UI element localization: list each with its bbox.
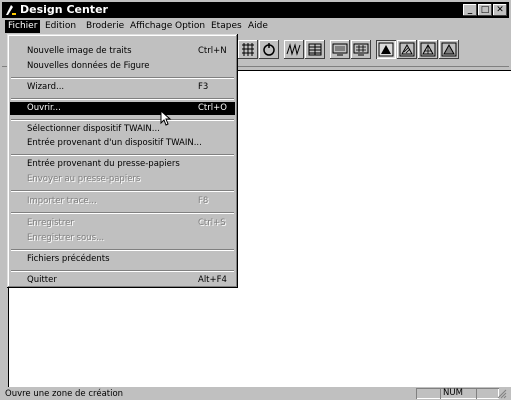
menu-item-shortcut: Ctrl+O [198,103,227,113]
menu-item-nouvelles-donnees[interactable]: Nouvelles données de Figure [10,60,235,73]
menu-item-label: Ouvrir... [27,103,61,113]
figure-b-icon [441,42,457,57]
menu-separator [11,154,234,156]
application-window: Design Center _ □ ✕ Fichier Edition Brod… [0,0,511,400]
menu-item-shortcut: Alt+F4 [198,275,227,285]
menu-separator [11,249,234,251]
num-lock-indicator: NUM [440,388,477,399]
minimize-button[interactable]: _ [463,4,477,16]
resize-grip-icon[interactable] [497,389,507,399]
menu-item-shortcut: F3 [198,82,209,92]
monitor-button[interactable] [330,40,350,59]
menu-item-enregistrer-sous[interactable]: Enregistrer sous... [10,232,235,245]
status-panel-empty-2 [476,388,499,399]
status-panel-empty [416,388,441,399]
app-icon [6,5,16,15]
menu-separator [11,270,234,272]
figure-a-button[interactable] [376,40,396,59]
menu-item-send-clipboard[interactable]: Envoyer au presse-papiers [10,173,235,186]
grid-button[interactable] [238,40,258,59]
figure-grid-icon [420,42,436,57]
status-text: Ouvre une zone de création [5,389,124,399]
figure-hatch-button[interactable] [397,40,417,59]
close-button[interactable]: ✕ [493,4,507,16]
maximize-button[interactable]: □ [478,4,492,16]
mouse-pointer-icon [160,110,172,126]
menu-item-label: Entrée provenant du presse-papiers [27,159,180,169]
menu-item-import-trace[interactable]: Importer trace... F8 [10,195,235,208]
menu-fichier[interactable]: Fichier [5,20,41,33]
menu-affichage[interactable]: Affichage [127,20,175,33]
menu-item-label: Enregistrer sous... [27,233,105,243]
figure-b-button[interactable] [439,40,459,59]
figure-a-icon [378,42,394,57]
figure-grid-button[interactable] [418,40,438,59]
menu-item-enregistrer[interactable]: Enregistrer Ctrl+S [10,217,235,230]
fill-stitch-button[interactable] [305,40,325,59]
menu-item-label: Enregistrer [27,218,74,228]
menu-item-label: Wizard... [27,82,65,92]
caption-buttons: _ □ ✕ [463,4,507,16]
menu-item-label: Nouvelle image de traits [27,46,132,56]
menu-option[interactable]: Option [172,20,208,33]
menu-separator [11,77,234,79]
undo-button[interactable] [259,40,279,59]
menu-item-fichiers-precedents[interactable]: Fichiers précédents [10,253,235,266]
grid-icon [242,43,254,56]
menu-item-nouvelle-image[interactable]: Nouvelle image de traits Ctrl+N [10,45,235,58]
menu-item-shortcut: Ctrl+S [198,218,226,228]
menu-separator [11,190,234,192]
undo-icon [263,43,275,56]
status-bar: Ouvre une zone de création NUM [2,388,509,400]
menu-item-shortcut: Ctrl+N [198,46,227,56]
menu-item-label: Nouvelles données de Figure [27,61,150,71]
menu-item-label: Sélectionner dispositif TWAIN... [27,124,160,134]
menu-bar: Fichier Edition Broderie Affichage Optio… [2,19,509,34]
figure-hatch-icon [399,42,415,57]
menu-item-label: Fichiers précédents [27,254,110,264]
menu-item-label: Envoyer au presse-papiers [27,174,141,184]
menu-item-input-twain[interactable]: Entrée provenant d'un dispositif TWAIN..… [10,137,235,150]
menu-item-label: Entrée provenant d'un dispositif TWAIN..… [27,138,202,148]
menu-item-ouvrir[interactable]: Ouvrir... Ctrl+O [10,102,235,115]
menu-item-quitter[interactable]: Quitter Alt+F4 [10,274,235,287]
monitor-grid-button[interactable] [351,40,371,59]
monitor-grid-icon [353,43,369,56]
menu-etapes[interactable]: Etapes [208,20,245,33]
file-menu: Nouvelle image de traits Ctrl+N Nouvelle… [7,34,238,288]
menu-item-paste-input[interactable]: Entrée provenant du presse-papiers [10,158,235,171]
menu-item-label: Importer trace... [27,196,97,206]
window-title: Design Center [20,3,108,16]
zigzag-stitch-button[interactable] [284,40,304,59]
zigzag-stitch-icon [286,43,301,56]
menu-item-label: Quitter [27,275,57,285]
menu-edition[interactable]: Edition [42,20,79,33]
menu-separator [11,119,234,121]
menu-item-select-twain[interactable]: Sélectionner dispositif TWAIN... [10,123,235,136]
title-bar[interactable]: Design Center _ □ ✕ [2,2,509,18]
menu-separator [11,212,234,214]
menu-aide[interactable]: Aide [245,20,271,33]
menu-item-wizard[interactable]: Wizard... F3 [10,81,235,94]
fill-stitch-icon [308,43,322,56]
menu-separator [11,98,234,100]
menu-broderie[interactable]: Broderie [83,20,127,33]
menu-item-shortcut: F8 [198,196,209,206]
monitor-icon [332,43,348,56]
